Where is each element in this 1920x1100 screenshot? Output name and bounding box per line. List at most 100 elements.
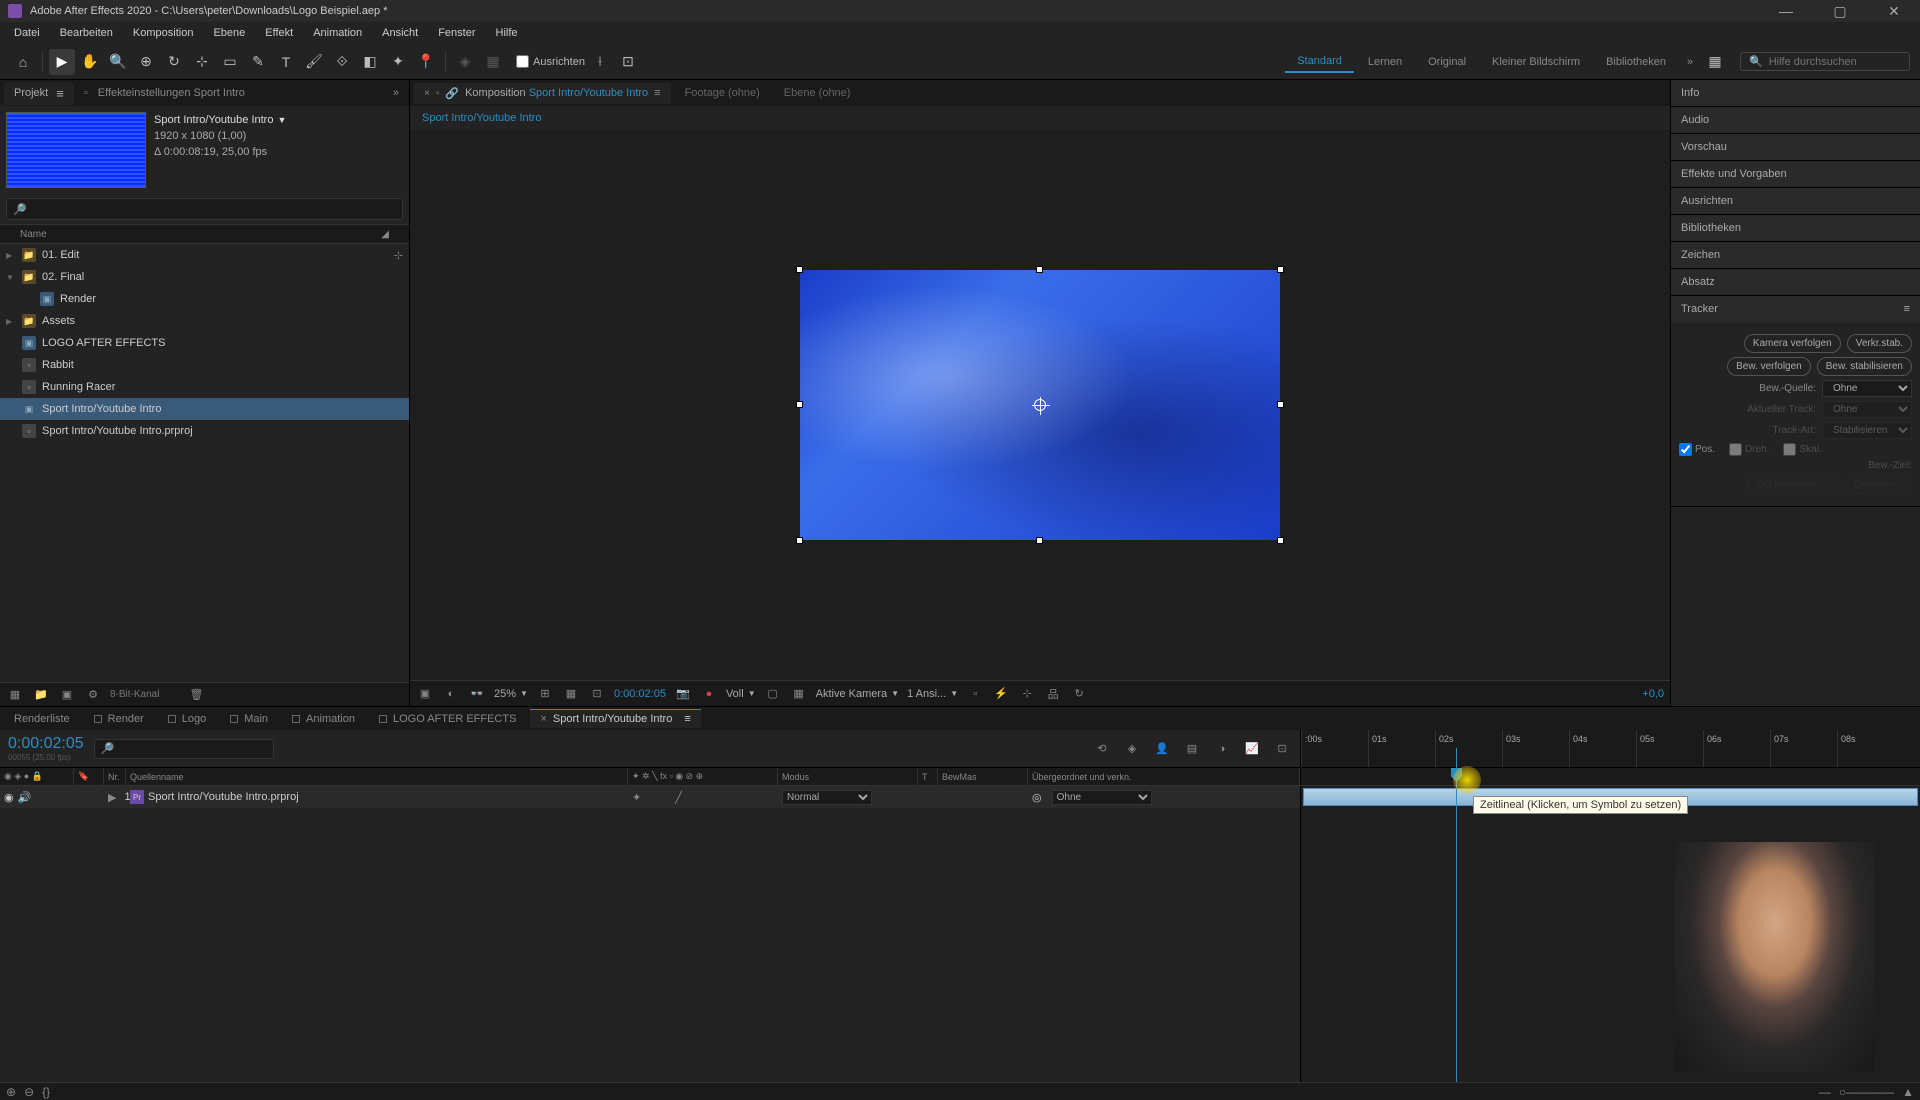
marker-col[interactable]: 🔖 [74, 768, 104, 785]
selection-handle[interactable] [796, 266, 803, 273]
alpha-icon[interactable]: ◐ [442, 685, 460, 703]
project-item[interactable]: ▫Sport Intro/Youtube Intro.prproj [0, 420, 409, 442]
time-ruler[interactable]: :00s01s02s03s04s05s06s07s08s [1300, 730, 1920, 767]
project-item[interactable]: ▫Running Racer [0, 376, 409, 398]
project-item[interactable]: ▣Render [0, 288, 409, 310]
timeline-tab[interactable]: × Sport Intro/Youtube Intro ≡ [530, 709, 700, 728]
workspace-kleiner bildschirm[interactable]: Kleiner Bildschirm [1480, 52, 1592, 72]
anchor-tool[interactable]: ⊹ [189, 49, 215, 75]
menu-ebene[interactable]: Ebene [203, 25, 255, 41]
anchor-point[interactable] [1034, 399, 1046, 411]
workspace-bibliotheken[interactable]: Bibliotheken [1594, 52, 1678, 72]
name-column[interactable]: Name [20, 229, 47, 240]
timeline-icon[interactable]: ⊹ [1018, 685, 1036, 703]
project-items[interactable]: ▶📁01. Edit⊹▼📁02. Final▣Render▶📁Assets▣LO… [0, 244, 409, 682]
comp-viewport[interactable] [410, 130, 1670, 680]
graph-icon[interactable]: 📈 [1242, 739, 1262, 759]
glasses-icon[interactable]: 👓 [468, 685, 486, 703]
workspace-lernen[interactable]: Lernen [1356, 52, 1414, 72]
snap-icon[interactable]: ⊡ [1272, 739, 1292, 759]
mask-icon[interactable]: ◈ [452, 49, 478, 75]
trkmat-col[interactable]: BewMas [938, 768, 1028, 785]
reset-icon[interactable]: ↻ [1070, 685, 1088, 703]
project-item[interactable]: ▣Sport Intro/Youtube Intro [0, 398, 409, 420]
new-comp-icon[interactable]: ▣ [58, 686, 76, 704]
lock-icon[interactable]: × [424, 88, 430, 99]
selection-handle[interactable] [796, 401, 803, 408]
panel-tracker[interactable]: Tracker≡ Kamera verfolgenVerkr.stab. Bew… [1671, 296, 1920, 507]
menu-bearbeiten[interactable]: Bearbeiten [50, 25, 123, 41]
panel-vorschau[interactable]: Vorschau [1671, 134, 1920, 161]
timeline-tab[interactable]: Animation [282, 710, 365, 728]
parent-select[interactable]: Ohne [1052, 790, 1152, 805]
zoom-in-icon[interactable]: ▲ [1902, 1085, 1914, 1099]
lock-icon[interactable]: ▫ [436, 88, 440, 99]
project-item[interactable]: ▫Rabbit [0, 354, 409, 376]
selection-handle[interactable] [1277, 266, 1284, 273]
zoom-tool[interactable]: 🔍 [105, 49, 131, 75]
comp-mini-icon[interactable]: ⟲ [1092, 739, 1112, 759]
project-item[interactable]: ▼📁02. Final [0, 266, 409, 288]
source-col[interactable]: Quellenname [126, 768, 628, 785]
menu-ansicht[interactable]: Ansicht [372, 25, 428, 41]
selection-tool[interactable]: ▶ [49, 49, 75, 75]
panel-absatz[interactable]: Absatz [1671, 269, 1920, 296]
align-checkbox[interactable]: Ausrichten [516, 55, 585, 68]
timeline-tab[interactable]: Main [220, 710, 278, 728]
default-tool[interactable]: ⊡ [615, 49, 641, 75]
snap-tool[interactable]: ⟊ [587, 49, 613, 75]
switches-col[interactable]: ✦ ✲ ╲ fx ▫ ◉ ⊘ ⊕ [628, 768, 778, 785]
panel-ausrichten[interactable]: Ausrichten [1671, 188, 1920, 215]
blend-mode[interactable]: Normal [782, 790, 872, 805]
maximize-button[interactable]: ▢ [1822, 1, 1858, 21]
toggle-in-out-icon[interactable]: {} [42, 1085, 50, 1099]
shy-icon[interactable]: 👤 [1152, 739, 1172, 759]
shape-icon[interactable]: ▦ [480, 49, 506, 75]
menu-animation[interactable]: Animation [303, 25, 372, 41]
timeline-layer[interactable]: ◉🔊 ▶1 PrSport Intro/Youtube Intro.prproj… [0, 786, 1300, 808]
rotation-tool[interactable]: ↻ [161, 49, 187, 75]
pixel-aspect-icon[interactable]: ▫ [966, 685, 984, 703]
selection-handle[interactable] [1277, 537, 1284, 544]
zoom-slider[interactable]: ○———— [1839, 1085, 1894, 1099]
menu-hilfe[interactable]: Hilfe [486, 25, 528, 41]
pickwhip-icon[interactable]: ◎ [1032, 791, 1042, 804]
video-toggle[interactable]: ◉ [4, 791, 14, 804]
adjust-icon[interactable]: ⚙ [84, 686, 102, 704]
flowchart-icon[interactable]: 品 [1044, 685, 1062, 703]
channel-icon[interactable]: ● [700, 685, 718, 703]
guides-icon[interactable]: ⊡ [588, 685, 606, 703]
res-icon[interactable]: ⊞ [536, 685, 554, 703]
selection-handle[interactable] [796, 537, 803, 544]
layer-tab[interactable]: Ebene (ohne) [774, 83, 861, 103]
comp-breadcrumb[interactable]: Sport Intro/Youtube Intro [410, 106, 1670, 130]
roi-icon[interactable]: ▢ [764, 685, 782, 703]
mask-toggle-icon[interactable]: ▣ [416, 685, 434, 703]
project-item[interactable]: ▶📁01. Edit⊹ [0, 244, 409, 266]
panel-info[interactable]: Info [1671, 80, 1920, 107]
comp-tab[interactable]: × ▫ 🔗 Komposition Sport Intro/Youtube In… [414, 83, 671, 104]
new-folder-icon[interactable]: 📁 [32, 686, 50, 704]
current-time[interactable]: 0:00:02:05 [8, 735, 84, 753]
hand-tool[interactable]: ✋ [77, 49, 103, 75]
fast-preview-icon[interactable]: ⚡ [992, 685, 1010, 703]
snapshot-icon[interactable]: 📷 [674, 685, 692, 703]
frame-blend-icon[interactable]: ▤ [1182, 739, 1202, 759]
help-search[interactable]: 🔍 [1740, 52, 1910, 71]
effect-controls-tab[interactable]: ▫Effekteinstellungen Sport Intro [74, 83, 387, 103]
minimize-button[interactable]: — [1768, 1, 1804, 21]
zoom-out-icon[interactable]: — [1819, 1085, 1831, 1099]
brush-tool[interactable]: 🖌 [301, 49, 327, 75]
views-select[interactable]: 1 Ansi... ▼ [907, 688, 958, 700]
home-tool[interactable]: ⌂ [10, 49, 36, 75]
mode-col[interactable]: Modus [778, 768, 918, 785]
panel-audio[interactable]: Audio [1671, 107, 1920, 134]
footage-tab[interactable]: Footage (ohne) [675, 83, 770, 103]
timeline-tab[interactable]: LOGO AFTER EFFECTS [369, 710, 526, 728]
orbit-tool[interactable]: ⊕ [133, 49, 159, 75]
timeline-tab[interactable]: Renderliste [4, 710, 80, 728]
menu-komposition[interactable]: Komposition [123, 25, 204, 41]
toggle-modes-icon[interactable]: ⊖ [24, 1085, 34, 1099]
project-item[interactable]: ▶📁Assets [0, 310, 409, 332]
grid-icon[interactable]: ▦ [562, 685, 580, 703]
